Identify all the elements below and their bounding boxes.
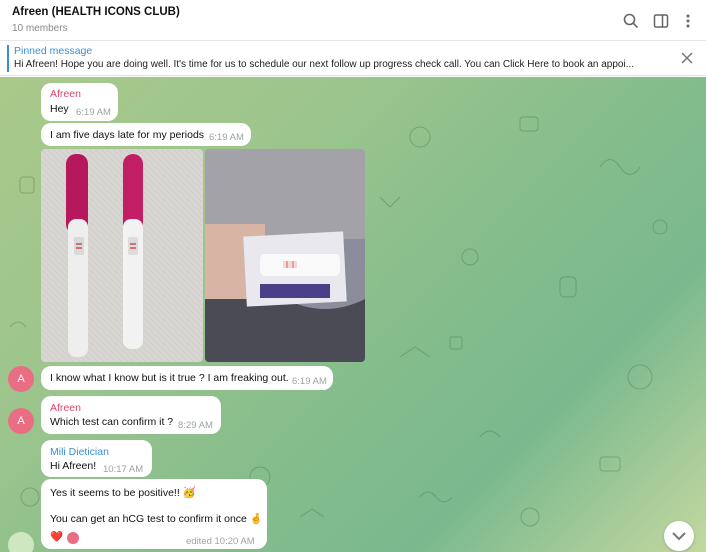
reaction-avatar — [67, 532, 79, 544]
message-text: Hi Afreen! — [50, 460, 97, 472]
message-bubble[interactable]: I am five days late for my periods 6:19 … — [41, 123, 251, 146]
message-text: Hey — [50, 103, 69, 115]
message-text: I know what I know but is it true ? I am… — [50, 372, 289, 384]
search-icon[interactable] — [622, 12, 640, 30]
message-time: 8:29 AM — [178, 420, 213, 431]
message-bubble[interactable]: Mili Dietician Hi Afreen! 10:17 AM — [41, 440, 152, 477]
photo-test-cassette[interactable] — [205, 149, 365, 362]
message-bubble[interactable]: I know what I know but is it true ? I am… — [41, 366, 333, 390]
chevron-down-icon — [672, 532, 686, 541]
message-text-line2: You can get an hCG test to confirm it on… — [50, 513, 263, 525]
more-vertical-icon[interactable] — [679, 12, 697, 30]
message-time: 10:17 AM — [103, 464, 144, 475]
message-text: I am five days late for my periods — [50, 129, 205, 141]
photo-pregnancy-tests[interactable] — [41, 149, 203, 362]
message-time: 6:19 AM — [292, 376, 327, 387]
message-text-line1: Yes it seems to be positive!! 🥳 — [50, 487, 196, 499]
message-bubble[interactable]: Yes it seems to be positive!! 🥳 You can … — [41, 479, 267, 549]
sender-name[interactable]: Mili Dietician — [50, 446, 109, 458]
member-count: 10 members — [12, 23, 68, 34]
pinned-text: Hi Afreen! Hope you are doing well. It's… — [14, 59, 635, 70]
avatar[interactable] — [8, 532, 34, 552]
message-time: 6:19 AM — [76, 107, 111, 118]
sidebar-toggle-icon[interactable] — [652, 12, 670, 30]
pinned-indicator — [7, 45, 9, 72]
chat-header: Afreen (HEALTH ICONS CLUB) 10 members — [0, 0, 706, 41]
scroll-down-button[interactable] — [664, 521, 694, 551]
pinned-message[interactable]: Pinned message Hi Afreen! Hope you are d… — [0, 41, 706, 76]
message-bubble[interactable]: Afreen Which test can confirm it ? 8:29 … — [41, 396, 221, 434]
pinned-title: Pinned message — [14, 45, 93, 57]
message-time: edited 10:20 AM — [186, 536, 255, 547]
close-icon[interactable] — [680, 51, 694, 65]
chat-title[interactable]: Afreen (HEALTH ICONS CLUB) — [12, 6, 180, 18]
avatar[interactable]: A — [8, 366, 34, 392]
message-text: Which test can confirm it ? — [50, 416, 174, 428]
avatar[interactable]: A — [8, 408, 34, 434]
sender-name[interactable]: Afreen — [50, 402, 81, 414]
message-time: 6:19 AM — [209, 132, 244, 143]
sender-name[interactable]: Afreen — [50, 88, 81, 100]
message-bubble[interactable]: Afreen Hey 6:19 AM — [41, 83, 118, 121]
heart-reaction[interactable]: ❤️ — [50, 530, 63, 543]
